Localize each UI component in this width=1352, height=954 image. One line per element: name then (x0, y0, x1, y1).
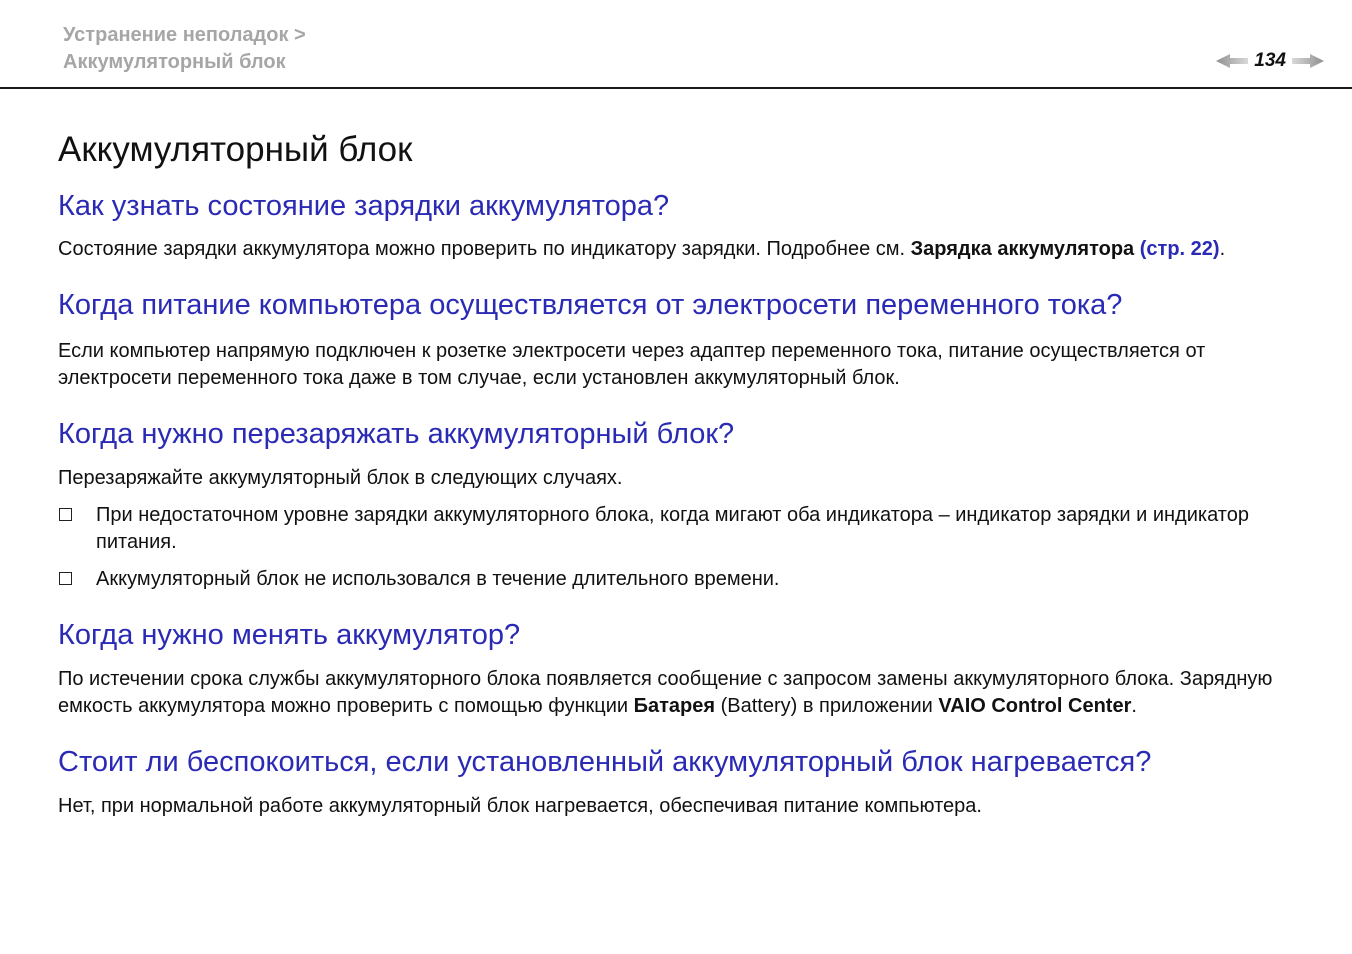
section-text-heat: Нет, при нормальной работе аккумуляторны… (58, 795, 982, 817)
breadcrumb-section[interactable]: Устранение неполадок > (63, 22, 306, 49)
breadcrumb-current: Аккумуляторный блок (63, 51, 286, 73)
page-link[interactable]: (стр. 22) (1140, 238, 1220, 260)
list-item: При недостаточном уровне зарядки аккумул… (58, 502, 1308, 556)
text-fragment: (Battery) в приложении (715, 695, 939, 717)
recharge-list: При недостаточном уровне зарядки аккумул… (58, 502, 1308, 593)
header-divider (0, 87, 1352, 89)
section-text-ac-power: Если компьютер напрямую подключен к розе… (58, 340, 1206, 389)
section-heading-heat: Стоит ли беспокоиться, если установленны… (58, 746, 1152, 778)
section-text-replace: По истечении срока службы аккумуляторног… (58, 666, 1308, 720)
checkbox-bullet-icon (59, 572, 72, 585)
main-content: Аккумуляторный блок Как узнать состояние… (58, 128, 1308, 820)
next-page-arrow-icon[interactable] (1292, 53, 1324, 69)
text-fragment: . (1131, 695, 1137, 717)
section-heading-ac-power: Когда питание компьютера осуществляется … (58, 289, 1123, 321)
prev-page-arrow-icon[interactable] (1216, 53, 1249, 69)
breadcrumb: Устранение неполадок > Аккумуляторный бл… (63, 22, 306, 76)
list-item-text: Аккумуляторный блок не использовался в т… (96, 568, 780, 590)
page-number: 134 (1254, 50, 1286, 71)
list-item: Аккумуляторный блок не использовался в т… (58, 566, 1308, 593)
bold-term: Батарея (633, 695, 716, 717)
section-heading-replace: Когда нужно менять аккумулятор? (58, 619, 521, 651)
page-title: Аккумуляторный блок (58, 130, 413, 169)
section-heading-charge-status: Как узнать состояние зарядки аккумулятор… (58, 190, 670, 222)
list-item-text: При недостаточном уровне зарядки аккумул… (96, 504, 1249, 553)
text-fragment: Состояние зарядки аккумулятора можно про… (58, 238, 911, 260)
bold-reference: Зарядка аккумулятора (910, 238, 1135, 260)
section-text-recharge: Перезаряжайте аккумуляторный блок в след… (58, 467, 623, 489)
page-navigation: 134 (1216, 50, 1324, 72)
checkbox-bullet-icon (59, 508, 72, 521)
section-text-charge-status: Состояние зарядки аккумулятора можно про… (58, 236, 1308, 263)
text-fragment: . (1219, 238, 1226, 260)
section-heading-recharge: Когда нужно перезаряжать аккумуляторный … (58, 418, 735, 450)
bold-term: VAIO Control Center (938, 695, 1132, 717)
